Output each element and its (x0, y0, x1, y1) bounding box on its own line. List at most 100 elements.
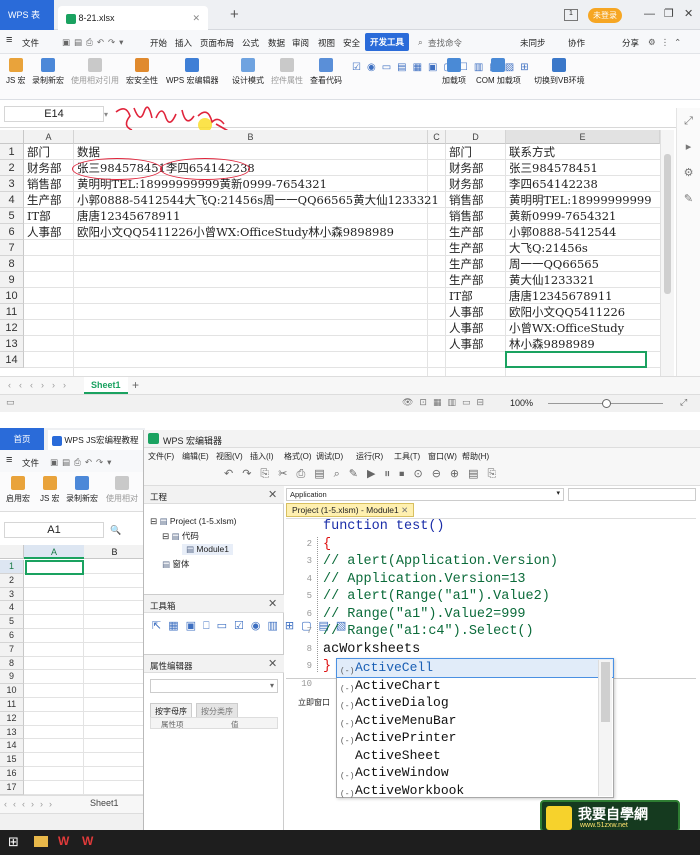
explorer-icon[interactable] (34, 836, 48, 847)
module1-node[interactable]: ▤ Module1 (182, 544, 234, 555)
enable-macro-button[interactable]: 启用宏 (6, 476, 30, 504)
login-badge[interactable]: 未登录 (588, 8, 622, 23)
sheet-nav-arrows[interactable]: ‹‹‹››› (8, 380, 74, 390)
row-header-3[interactable]: 3 (0, 176, 24, 192)
code-tab[interactable]: Project (1-5.xlsm) - Module1 ✕ (286, 503, 415, 517)
b-row-header-14[interactable]: 14 (0, 739, 24, 754)
bottom-menu-file[interactable]: 文件 (22, 457, 39, 469)
code-line-3[interactable]: // alert(Application.Version) (323, 553, 558, 571)
cell-e7[interactable]: 大飞Q:21456s (509, 240, 588, 256)
cell-d6[interactable]: 生产部 (449, 224, 484, 240)
editor-menu-2[interactable]: 视图(V) (216, 451, 243, 462)
editor-menu-6[interactable]: 运行(R) (356, 451, 383, 462)
cell-b4[interactable]: 小郭0888-5412544大飞Q:21456s周一一QQ66565黄大仙123… (77, 192, 439, 208)
minimize-icon[interactable]: — (644, 8, 655, 20)
cell-e12[interactable]: 小曾WX:OfficeStudy (509, 320, 624, 336)
cell-d2[interactable]: 财务部 (449, 160, 484, 176)
bottom-name-box[interactable]: A1 (4, 522, 104, 538)
b-row-header-2[interactable]: 2 (0, 573, 24, 588)
b-row-header-3[interactable]: 3 (0, 587, 24, 602)
cell-e2[interactable]: 张三984578451 (509, 160, 598, 176)
autocomplete-item-activeprinter[interactable]: (-) ActivePrinter (337, 729, 613, 747)
zoom-icon[interactable]: 🔍 (110, 525, 121, 536)
form-controls-grid[interactable]: ☑◉▭▤▦▣▢☐▥▧▨⊞ (352, 60, 529, 76)
code-line-4[interactable]: // Application.Version=13 (323, 571, 526, 589)
procedure-dropdown[interactable] (568, 488, 696, 501)
cell-d13[interactable]: 人事部 (449, 336, 484, 352)
maximize-icon[interactable]: ❐ (664, 7, 674, 20)
collab-button[interactable]: 协作 (568, 37, 585, 49)
row-header-10[interactable]: 10 (0, 288, 24, 304)
code-line-5[interactable]: // alert(Range("a1").Value2) (323, 588, 550, 606)
quick-access-icons[interactable]: ▣▤⎙↶↷▾ (62, 37, 127, 48)
cell-e9[interactable]: 黄大仙1233321 (509, 272, 595, 288)
window-count-icon[interactable]: 1 (564, 9, 578, 21)
cell-e3[interactable]: 李四654142238 (509, 176, 598, 192)
macro-security-button[interactable]: 宏安全性 (126, 58, 158, 86)
code-line-6[interactable]: // Range("a1").Value2=999 (323, 606, 526, 624)
close-toolbox-icon[interactable]: ✕ (268, 597, 277, 610)
cell-b1[interactable]: 数据 (77, 144, 100, 160)
share-button[interactable]: 分享 (622, 37, 639, 49)
js-macro-button[interactable]: JS 宏 (6, 58, 26, 86)
js-macro-button-2[interactable]: JS 宏 (40, 476, 60, 504)
active-cell-e14[interactable] (505, 351, 647, 368)
editor-menu-4[interactable]: 格式(O) (284, 451, 312, 462)
b-row-header-16[interactable]: 16 (0, 767, 24, 781)
menu-home[interactable]: 开始 (150, 37, 167, 49)
b-active-cell-a1[interactable] (25, 560, 84, 575)
cell-d7[interactable]: 生产部 (449, 240, 484, 256)
cell-e8[interactable]: 周一一QQ66565 (509, 256, 599, 272)
menu-data[interactable]: 数据 (268, 37, 285, 49)
b-row-header-13[interactable]: 13 (0, 725, 24, 740)
select-all-corner[interactable] (0, 130, 24, 144)
cell-e1[interactable]: 联系方式 (509, 144, 555, 160)
b-row-header-5[interactable]: 5 (0, 615, 24, 629)
autocomplete-item-activewindow[interactable]: (-) ActiveWindow (337, 764, 613, 782)
autocomplete-item-activemenubar[interactable]: (-) ActiveMenuBar (337, 712, 613, 730)
cell-d3[interactable]: 财务部 (449, 176, 484, 192)
cell-a4[interactable]: 生产部 (27, 192, 62, 208)
addins-button[interactable]: 加载项 (442, 58, 466, 86)
autocomplete-item-activeworkbook[interactable]: (-) ActiveWorkbook (337, 782, 613, 800)
b-row-header-8[interactable]: 8 (0, 656, 24, 671)
cell-e13[interactable]: 林小森9898989 (509, 336, 595, 352)
home-tab[interactable]: 首页 (0, 428, 44, 450)
cell-e10[interactable]: 唐唐12345678911 (509, 288, 612, 304)
editor-menu-7[interactable]: 工具(T) (394, 451, 420, 462)
menu-review[interactable]: 审阅 (292, 37, 309, 49)
row-header-13[interactable]: 13 (0, 336, 24, 352)
row-header-9[interactable]: 9 (0, 272, 24, 288)
editor-menu-3[interactable]: 插入(I) (250, 451, 274, 462)
b-row-header-12[interactable]: 12 (0, 711, 24, 726)
select-all-corner-2[interactable] (0, 545, 24, 559)
new-tab-icon[interactable]: + (230, 6, 239, 23)
add-sheet-icon[interactable]: + (132, 378, 139, 392)
name-box[interactable]: E14 (4, 106, 104, 122)
cell-d11[interactable]: 人事部 (449, 304, 484, 320)
code-line-9[interactable]: } (323, 658, 331, 676)
b-row-header-17[interactable]: 17 (0, 780, 24, 795)
row-header-2[interactable]: 2 (0, 160, 24, 176)
code-line-8[interactable]: acWorksheets (323, 641, 420, 659)
cell-d1[interactable]: 部门 (449, 144, 472, 160)
editor-menu-0[interactable]: 文件(F) (148, 451, 174, 462)
b-row-header-6[interactable]: 6 (0, 629, 24, 643)
close-window-icon[interactable]: ✕ (684, 7, 693, 20)
menu-view[interactable]: 视图 (318, 37, 335, 49)
b-row-header-11[interactable]: 11 (0, 698, 24, 712)
js-tutorial-tab[interactable]: WPS JS宏编程教程 (48, 430, 144, 450)
scroll-thumb[interactable] (664, 154, 671, 294)
editor-menu-1[interactable]: 编辑(E) (182, 451, 209, 462)
autocomplete-scroll-thumb[interactable] (601, 662, 610, 722)
fullscreen-icon[interactable]: ⤢ (680, 397, 687, 408)
forms-node[interactable]: ▤ 窗体 (162, 558, 189, 570)
cell-e6[interactable]: 小郭0888-5412544 (509, 224, 616, 240)
sheet-tab-sheet1[interactable]: Sheet1 (84, 377, 128, 394)
row-header-1[interactable]: 1 (0, 144, 24, 160)
b-row-header-15[interactable]: 15 (0, 753, 24, 767)
windows-start-icon[interactable]: ⊞ (8, 834, 19, 850)
object-dropdown[interactable]: Application ▾ (286, 488, 564, 501)
wps-taskbar-icon[interactable]: W (58, 834, 69, 848)
cell-b5[interactable]: 唐唐12345678911 (77, 208, 180, 224)
